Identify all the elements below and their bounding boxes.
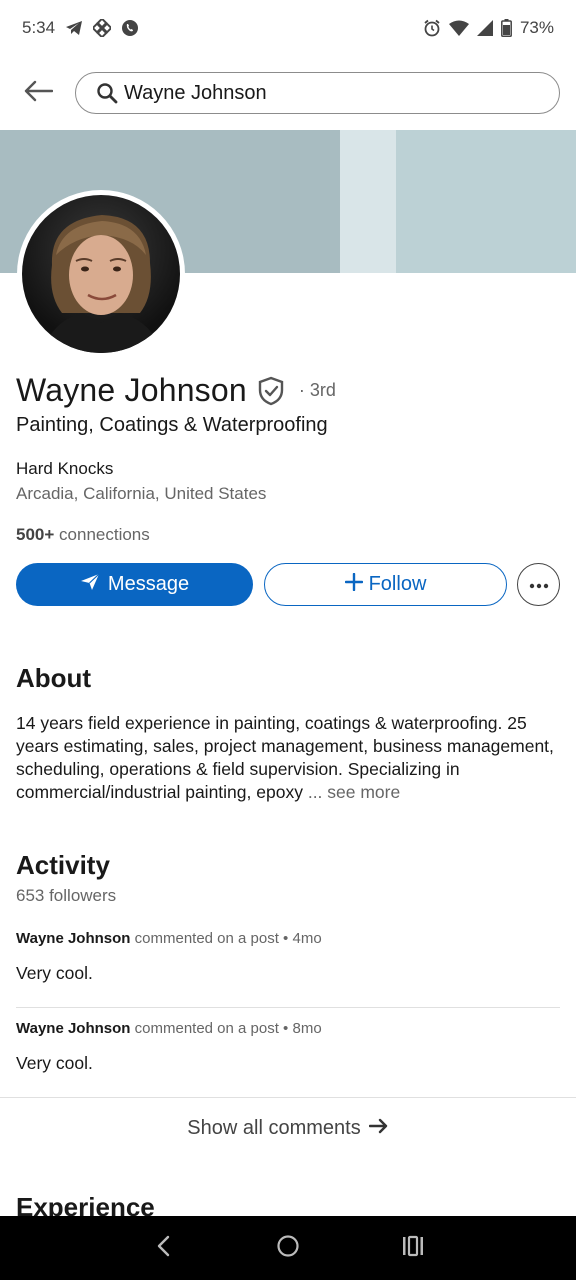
connection-degree: · 3rd bbox=[298, 380, 336, 400]
connections-label: connections bbox=[59, 525, 150, 544]
nav-back-icon bbox=[155, 1235, 171, 1262]
profile-name: Wayne Johnson bbox=[16, 372, 247, 408]
about-body: 14 years field experience in painting, c… bbox=[16, 713, 554, 802]
status-time: 5:34 bbox=[22, 18, 56, 37]
activity-text: Very cool. bbox=[16, 963, 93, 983]
profile-headline: Painting, Coatings & Waterproofing bbox=[16, 414, 328, 436]
show-all-comments-button[interactable]: Show all comments bbox=[0, 1117, 576, 1140]
activity-text: Very cool. bbox=[16, 1053, 93, 1073]
avatar[interactable] bbox=[17, 190, 185, 358]
activity-action: commented on a post • 4mo bbox=[134, 930, 322, 947]
follow-label: Follow bbox=[368, 573, 427, 595]
telegram-icon bbox=[65, 20, 83, 36]
activity-heading: Activity bbox=[16, 850, 110, 880]
nav-home-icon bbox=[276, 1234, 300, 1263]
nav-back-button[interactable] bbox=[143, 1228, 183, 1268]
back-arrow-icon bbox=[23, 80, 54, 107]
send-icon bbox=[80, 573, 100, 597]
alarm-icon bbox=[423, 19, 441, 37]
search-query: Wayne Johnson bbox=[124, 81, 267, 104]
arrow-right-icon bbox=[368, 1117, 389, 1140]
profile-location: Arcadia, California, United States bbox=[16, 484, 267, 503]
search-icon bbox=[96, 82, 118, 104]
follow-button[interactable]: Follow bbox=[264, 563, 507, 606]
divider bbox=[16, 1007, 560, 1008]
profile-photo bbox=[22, 195, 180, 353]
divider bbox=[0, 1097, 576, 1098]
name-row: Wayne Johnson · 3rd bbox=[16, 372, 336, 409]
about-text: 14 years field experience in painting, c… bbox=[16, 712, 564, 804]
activity-action: commented on a post • 8mo bbox=[134, 1020, 322, 1037]
activity-meta: Wayne Johnson commented on a post • 8mo bbox=[16, 1020, 560, 1037]
plus-icon bbox=[344, 572, 363, 597]
activity-item[interactable]: Wayne Johnson commented on a post • 4mo … bbox=[16, 930, 560, 984]
followers-count: 653 followers bbox=[16, 886, 117, 905]
more-options-button[interactable] bbox=[517, 563, 560, 606]
connections-count: 500+ connections bbox=[16, 525, 150, 545]
binance-icon bbox=[93, 19, 112, 37]
battery-icon bbox=[501, 19, 512, 37]
back-button[interactable] bbox=[18, 73, 58, 113]
nav-recents-button[interactable] bbox=[393, 1228, 433, 1268]
show-all-label: Show all comments bbox=[187, 1117, 361, 1139]
message-button[interactable]: Message bbox=[16, 563, 253, 606]
search-header: Wayne Johnson bbox=[0, 62, 576, 124]
more-horizontal-icon bbox=[529, 576, 549, 594]
wifi-icon bbox=[448, 20, 469, 36]
message-label: Message bbox=[107, 573, 190, 595]
verified-shield-icon[interactable] bbox=[257, 376, 287, 406]
nav-recents-icon bbox=[401, 1235, 425, 1262]
profile-company[interactable]: Hard Knocks bbox=[16, 459, 113, 479]
activity-item[interactable]: Wayne Johnson commented on a post • 8mo … bbox=[16, 1020, 560, 1074]
status-bar: 5:34 73% bbox=[0, 0, 576, 56]
system-nav-bar bbox=[0, 1216, 576, 1280]
battery-percent: 73% bbox=[519, 18, 554, 37]
see-more-link[interactable]: ... see more bbox=[308, 782, 400, 802]
signal-icon bbox=[476, 20, 493, 36]
activity-meta: Wayne Johnson commented on a post • 4mo bbox=[16, 930, 560, 947]
activity-author: Wayne Johnson bbox=[16, 1020, 131, 1037]
about-heading: About bbox=[16, 663, 92, 693]
activity-author: Wayne Johnson bbox=[16, 930, 131, 947]
connections-number: 500+ bbox=[16, 525, 55, 544]
nav-home-button[interactable] bbox=[268, 1228, 308, 1268]
search-input[interactable]: Wayne Johnson bbox=[75, 72, 560, 114]
viber-icon bbox=[121, 19, 139, 37]
